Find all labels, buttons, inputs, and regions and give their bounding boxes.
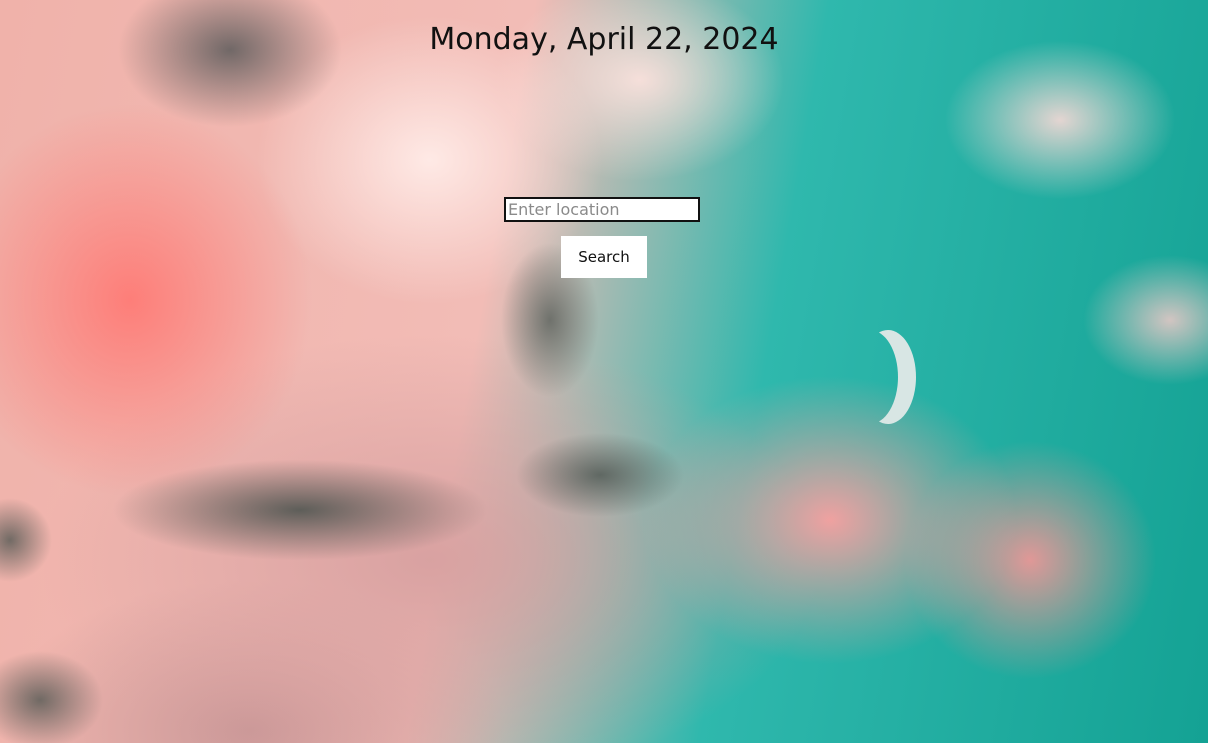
moon-image: [842, 330, 898, 424]
location-search-input[interactable]: [504, 197, 700, 222]
search-button[interactable]: Search: [561, 236, 647, 278]
page-date: Monday, April 22, 2024: [429, 22, 779, 57]
weather-page: { "header": { "date": "Monday, April 22,…: [0, 0, 1208, 743]
